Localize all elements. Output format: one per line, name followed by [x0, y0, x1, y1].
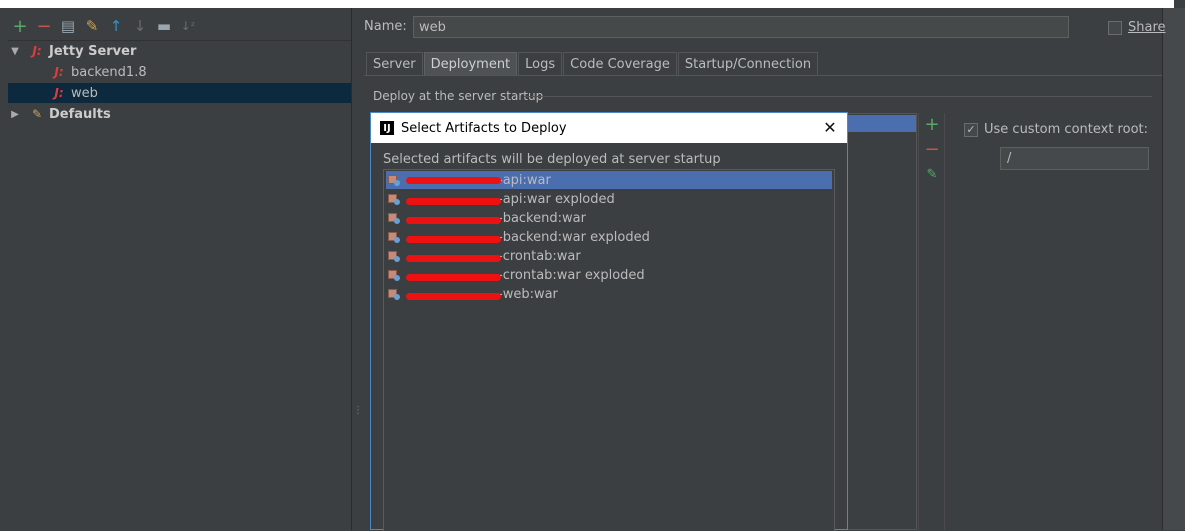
splitter-handle[interactable]: ⋮ — [353, 405, 363, 416]
name-input[interactable]: web — [413, 16, 1069, 38]
right-edge-panel — [1162, 8, 1185, 530]
close-icon[interactable]: ✕ — [821, 118, 839, 137]
tab-deployment[interactable]: Deployment — [423, 52, 518, 75]
artifact-label: -web:war — [498, 286, 558, 302]
share-label: Share — [1128, 20, 1166, 35]
selected-artifact-row[interactable] — [846, 115, 916, 132]
jetty-icon: J: — [54, 65, 64, 79]
collapse-arrow-icon[interactable]: ▶ — [8, 109, 22, 120]
config-tabs: Server Deployment Logs Code Coverage Sta… — [366, 52, 819, 75]
artifact-icon — [388, 231, 400, 243]
select-artifacts-dialog: IJ Select Artifacts to Deploy ✕ Selected… — [370, 112, 848, 531]
use-custom-context-root-checkbox[interactable]: ✓ Use custom context root: — [964, 122, 1148, 137]
jetty-icon: J: — [32, 44, 42, 58]
artifact-label: -api:war — [498, 172, 551, 188]
add-icon[interactable]: + — [8, 14, 32, 38]
tree-item-label: Defaults — [49, 106, 111, 122]
artifact-icon — [388, 269, 400, 281]
checkbox-checked-icon[interactable]: ✓ — [964, 122, 978, 137]
artifact-label: -api:war exploded — [498, 191, 615, 207]
list-item[interactable]: -crontab:war — [386, 247, 832, 265]
tab-code-coverage[interactable]: Code Coverage — [563, 52, 677, 75]
list-item[interactable]: -api:war — [386, 171, 832, 189]
tree-item-label: backend1.8 — [71, 64, 147, 80]
wrench-icon[interactable]: ✎ — [80, 14, 104, 38]
tree-item-backend[interactable]: J: backend1.8 — [8, 62, 351, 82]
intellij-logo-icon: IJ — [380, 121, 394, 135]
remove-icon[interactable]: − — [32, 14, 56, 38]
wrench-icon: ✎ — [31, 107, 43, 121]
tab-server[interactable]: Server — [366, 52, 423, 75]
artifact-label: -crontab:war exploded — [498, 267, 645, 283]
artifact-label: -backend:war exploded — [498, 229, 650, 245]
list-item[interactable]: -web:war — [386, 285, 832, 303]
tree-item-label: web — [71, 85, 98, 101]
jetty-icon: J: — [54, 86, 64, 100]
artifact-label: -crontab:war — [498, 248, 581, 264]
list-item[interactable]: -backend:war — [386, 209, 832, 227]
artifact-icon — [388, 250, 400, 262]
list-item[interactable]: -api:war exploded — [386, 190, 832, 208]
artifact-icon — [388, 288, 400, 300]
copy-icon[interactable]: ▤ — [56, 14, 80, 38]
artifact-icon — [388, 174, 400, 186]
dialog-message: Selected artifacts will be deployed at s… — [383, 152, 721, 167]
checkbox-icon[interactable] — [1108, 20, 1122, 35]
context-root-input[interactable]: / — [1000, 147, 1149, 170]
tree-toolbar: + − ▤ ✎ ↑ ↓ ▬ ↓ᶻ — [8, 12, 200, 40]
section-divider — [524, 96, 1152, 97]
sort-icon[interactable]: ↓ᶻ — [176, 14, 200, 38]
tab-logs[interactable]: Logs — [518, 52, 563, 75]
tree-item-web[interactable]: J: web — [8, 83, 351, 103]
tree-item-label: Jetty Server — [49, 43, 137, 59]
share-checkbox[interactable]: Share — [1108, 20, 1166, 35]
artifact-icon — [388, 193, 400, 205]
move-up-icon[interactable]: ↑ — [104, 14, 128, 38]
tab-divider — [364, 75, 1162, 76]
dialog-titlebar: IJ Select Artifacts to Deploy ✕ — [371, 113, 847, 143]
tree-item-jetty-server[interactable]: ▼ J: Jetty Server — [8, 41, 351, 61]
edit-artifact-icon[interactable]: ✎ — [923, 165, 941, 183]
artifact-list[interactable]: -api:war -api:war exploded -backend:war … — [383, 169, 835, 531]
context-root-label: Use custom context root: — [984, 122, 1148, 137]
artifact-label: -backend:war — [498, 210, 586, 226]
tab-startup-connection[interactable]: Startup/Connection — [677, 52, 819, 75]
dialog-title: Select Artifacts to Deploy — [401, 120, 567, 136]
tree-item-defaults[interactable]: ▶ ✎ Defaults — [8, 104, 351, 124]
folder-icon[interactable]: ▬ — [152, 14, 176, 38]
deploy-section-title: Deploy at the server startup — [373, 89, 544, 103]
artifact-toolbar: + − ✎ — [918, 113, 945, 530]
artifact-icon — [388, 212, 400, 224]
list-item[interactable]: -backend:war exploded — [386, 228, 832, 246]
expand-arrow-icon[interactable]: ▼ — [8, 46, 22, 57]
name-label: Name: — [364, 19, 407, 34]
top-window-strip — [0, 0, 1174, 8]
list-item[interactable]: -crontab:war exploded — [386, 266, 832, 284]
move-down-icon[interactable]: ↓ — [128, 14, 152, 38]
remove-artifact-icon[interactable]: − — [923, 139, 941, 160]
add-artifact-icon[interactable]: + — [923, 114, 941, 135]
